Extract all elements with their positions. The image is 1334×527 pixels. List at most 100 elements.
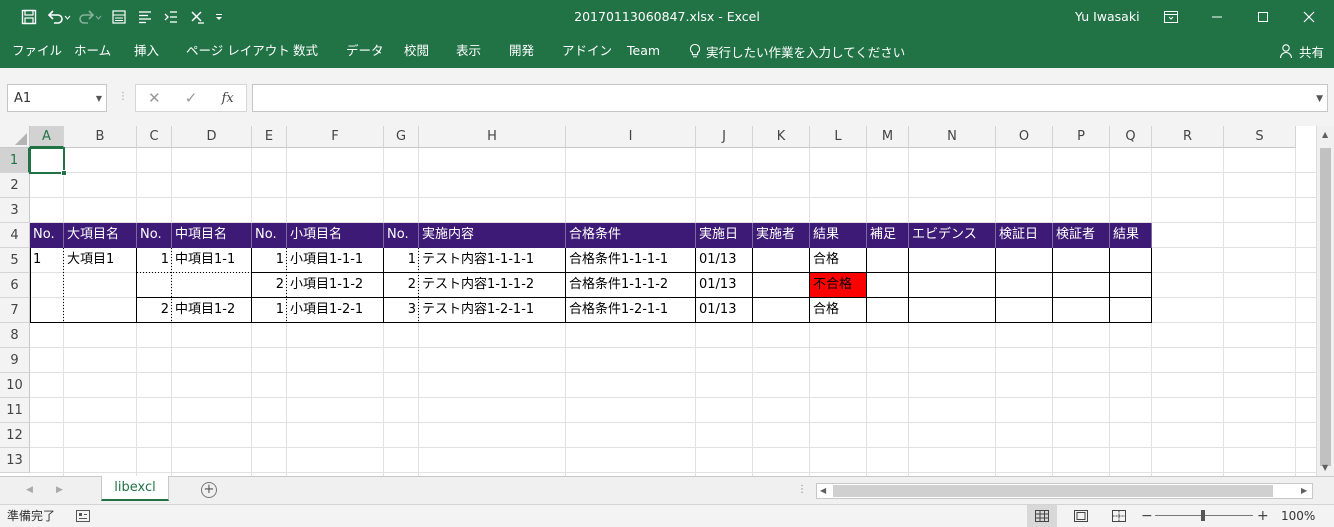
table-header-cell[interactable]: エビデンス [909,223,996,248]
vertical-scroll-thumb[interactable] [1320,148,1331,466]
table-cell-g6[interactable]: 2 [384,273,419,298]
sheet-tab-libexcl[interactable]: libexcl [101,476,169,501]
splitter-handle-icon[interactable]: ⋮ [797,484,807,495]
macro-record-icon[interactable] [76,510,90,522]
horizontal-scroll-thumb[interactable] [833,485,1273,497]
add-sheet-icon[interactable]: + [201,482,217,498]
tab-review[interactable]: 校閲 [404,34,429,68]
column-header-p[interactable]: P [1053,126,1110,148]
row-header-3[interactable]: 3 [0,198,30,223]
splitter-handle-icon[interactable]: ⋮ [118,90,128,104]
table-cell-e5[interactable]: 1 [252,248,287,273]
table-cell-i5[interactable]: 合格条件1-1-1-1 [566,248,696,273]
page-layout-view-icon[interactable] [1074,510,1088,522]
table-cell-l7[interactable]: 合格 [810,298,867,323]
table-header-cell[interactable]: 結果 [1110,223,1152,248]
clear-format-icon[interactable] [184,3,210,31]
share-button[interactable]: 共有 [1279,34,1324,68]
tell-me-search[interactable]: 実行したい作業を入力してください [688,34,905,68]
table-cell-j7[interactable]: 01/13 [696,298,753,323]
indent-icon[interactable] [158,3,184,31]
table-cell-b5[interactable]: 大項目1 [64,248,137,273]
row-header-11[interactable]: 11 [0,398,30,423]
table-cell-i7[interactable]: 合格条件1-2-1-1 [566,298,696,323]
ribbon-display-options-icon[interactable] [1148,0,1194,34]
table-cell-j5[interactable]: 01/13 [696,248,753,273]
tab-developer[interactable]: 開発 [509,34,534,68]
row-header-12[interactable]: 12 [0,423,30,448]
table-header-cell[interactable]: 検証者 [1053,223,1110,248]
table-header-cell[interactable]: 結果 [810,223,867,248]
column-header-k[interactable]: K [753,126,810,148]
table-header-cell[interactable]: No. [30,223,64,248]
tab-formulas[interactable]: 数式 [293,34,318,68]
table-header-cell[interactable]: 実施内容 [419,223,566,248]
table-cell-e6[interactable]: 2 [252,273,287,298]
table-header-cell[interactable]: 検証日 [996,223,1053,248]
column-header-m[interactable]: M [867,126,909,148]
next-sheet-icon[interactable]: ▶ [56,485,63,495]
scroll-up-icon[interactable]: ▲ [1322,130,1328,139]
row-header-4[interactable]: 4 [0,223,30,248]
column-header-l[interactable]: L [810,126,867,148]
row-header-6[interactable]: 6 [0,273,30,298]
table-cell-c5[interactable]: 1 [137,248,172,273]
row-header-13[interactable]: 13 [0,448,30,473]
table-cell-d7[interactable]: 中項目1-2 [172,298,252,323]
user-name[interactable]: Yu Iwasaki [1075,0,1140,34]
vertical-scrollbar[interactable]: ▲ ▼ [1316,126,1334,476]
table-cell-h5[interactable]: テスト内容1-1-1-1 [419,248,566,273]
customize-qat-icon[interactable] [210,3,228,31]
column-header-j[interactable]: J [696,126,753,148]
table-header-cell[interactable]: No. [252,223,287,248]
cancel-icon[interactable]: ✕ [136,89,173,107]
column-header-b[interactable]: B [64,126,137,148]
column-header-f[interactable]: F [287,126,384,148]
tab-addins[interactable]: アドイン [562,34,612,68]
column-header-c[interactable]: C [137,126,172,148]
table-cell-f6[interactable]: 小項目1-1-2 [287,273,384,298]
row-header-1[interactable]: 1 [0,148,30,173]
maximize-icon[interactable] [1240,0,1286,34]
scroll-left-icon[interactable]: ◀ [820,486,826,495]
tab-team[interactable]: Team [627,34,660,68]
tab-page-layout[interactable]: ページ レイアウト [186,34,290,68]
column-header-s[interactable]: S [1224,126,1296,148]
table-cell-i6[interactable]: 合格条件1-1-1-2 [566,273,696,298]
zoom-out-icon[interactable]: − [1141,505,1153,527]
form-icon[interactable] [106,3,132,31]
table-cell-h6[interactable]: テスト内容1-1-1-2 [419,273,566,298]
tab-file[interactable]: ファイル [12,34,62,68]
column-header-i[interactable]: I [566,126,696,148]
row-header-2[interactable]: 2 [0,173,30,198]
undo-icon[interactable] [42,3,76,31]
expand-formula-bar-icon[interactable]: ▼ [1316,85,1323,113]
table-cell-d5[interactable]: 中項目1-1 [172,248,252,273]
table-cell-j6[interactable]: 01/13 [696,273,753,298]
table-header-cell[interactable]: 合格条件 [566,223,696,248]
table-header-cell[interactable]: 大項目名 [64,223,137,248]
row-header-8[interactable]: 8 [0,323,30,348]
select-all-button[interactable] [0,126,30,148]
table-cell-l5[interactable]: 合格 [810,248,867,273]
tab-view[interactable]: 表示 [456,34,481,68]
column-header-g[interactable]: G [384,126,419,148]
table-cell-g5[interactable]: 1 [384,248,419,273]
chevron-down-icon[interactable]: ▼ [96,85,102,113]
horizontal-scrollbar[interactable]: ◀ ▶ [816,483,1313,499]
scroll-right-icon[interactable]: ▶ [1301,486,1307,495]
zoom-in-icon[interactable]: + [1257,505,1269,527]
table-header-cell[interactable]: 小項目名 [287,223,384,248]
column-header-n[interactable]: N [909,126,996,148]
row-header-10[interactable]: 10 [0,373,30,398]
scroll-down-icon[interactable]: ▼ [1322,463,1328,472]
insert-function-icon[interactable]: fx [209,91,246,106]
fill-handle[interactable] [61,170,67,176]
row-header-9[interactable]: 9 [0,348,30,373]
active-cell[interactable] [29,147,65,174]
align-icon[interactable] [132,3,158,31]
tab-home[interactable]: ホーム [74,34,111,68]
table-cell-f7[interactable]: 小項目1-2-1 [287,298,384,323]
tab-data[interactable]: データ [346,34,384,68]
redo-icon[interactable] [76,3,106,31]
